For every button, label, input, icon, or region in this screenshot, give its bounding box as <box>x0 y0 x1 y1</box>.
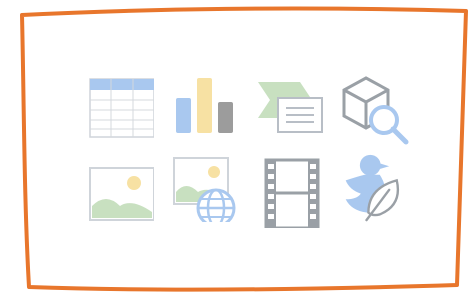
slides-icon[interactable] <box>256 74 326 144</box>
3d-search-icon[interactable] <box>342 76 412 146</box>
web-image-icon[interactable] <box>168 152 238 222</box>
film-icon[interactable] <box>258 158 328 228</box>
bird-leaf-icon[interactable] <box>340 152 410 222</box>
bar-chart-icon[interactable] <box>172 72 242 142</box>
image-icon[interactable] <box>84 158 154 228</box>
table-icon[interactable] <box>84 72 154 142</box>
icon-grid <box>0 0 470 294</box>
